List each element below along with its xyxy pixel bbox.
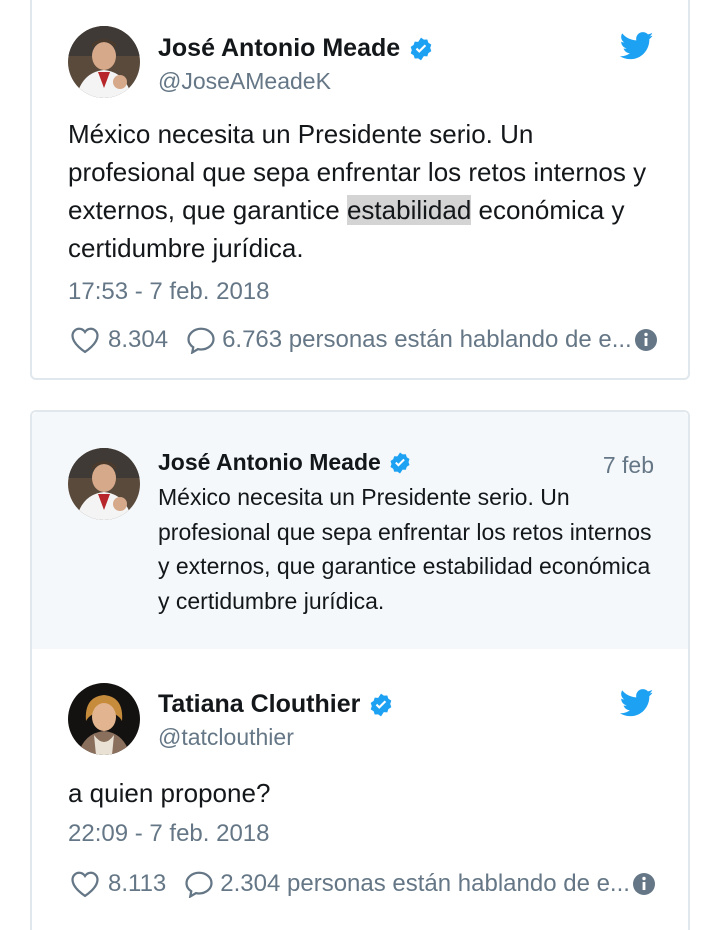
talking-count[interactable]: 2.304 personas están hablando de e... — [220, 870, 630, 898]
heart-icon[interactable] — [70, 870, 100, 898]
avatar-clouthier-image — [68, 683, 140, 755]
verified-badge-icon — [408, 36, 434, 62]
tweet-card-meade[interactable]: José Antonio Meade @JoseAMeadeK México n… — [30, 0, 690, 380]
info-icon[interactable] — [632, 872, 656, 896]
like-count[interactable]: 8.304 — [108, 326, 168, 354]
tweet-timestamp[interactable]: 17:53 - 7 feb. 2018 — [68, 278, 270, 306]
author-handle[interactable]: @JoseAMeadeK — [158, 68, 331, 95]
quoted-date[interactable]: 7 feb — [603, 452, 654, 479]
like-count[interactable]: 8.113 — [108, 870, 166, 898]
tweet-actions: 8.304 6.763 personas están hablando de e… — [70, 326, 658, 354]
talking-count[interactable]: 6.763 personas están hablando de e... — [222, 326, 632, 354]
quoted-tweet[interactable]: José Antonio Meade 7 feb México necesita… — [32, 412, 688, 649]
avatar-meade-image — [68, 26, 140, 98]
author-handle[interactable]: @tatclouthier — [158, 724, 294, 751]
quoted-author-name[interactable]: José Antonio Meade — [158, 449, 381, 476]
tweet-text: a quien propone? — [68, 778, 271, 808]
heart-icon[interactable] — [70, 326, 100, 354]
author-name[interactable]: José Antonio Meade — [158, 34, 400, 63]
quoted-tweet-text: México necesita un Presidente serio. Un … — [158, 484, 652, 614]
twitter-bird-icon[interactable] — [620, 32, 654, 60]
comment-bubble-icon[interactable] — [184, 870, 214, 898]
twitter-bird-icon[interactable] — [620, 689, 654, 717]
info-icon[interactable] — [634, 328, 658, 352]
tweet-card-clouthier[interactable]: José Antonio Meade 7 feb México necesita… — [30, 410, 690, 930]
tweet-text: México necesita un Presidente serio. Un … — [68, 115, 658, 267]
author-name[interactable]: Tatiana Clouthier — [158, 690, 360, 719]
avatar-meade[interactable] — [68, 26, 140, 98]
quoted-avatar-meade[interactable] — [68, 448, 140, 520]
quoted-avatar-image — [68, 448, 140, 520]
tweet-actions: 8.113 2.304 personas están hablando de e… — [70, 870, 656, 898]
highlighted-word: estabilidad — [346, 195, 472, 225]
comment-bubble-icon[interactable] — [186, 326, 216, 354]
verified-badge-icon — [388, 451, 412, 475]
verified-badge-icon — [368, 692, 394, 718]
tweet-timestamp[interactable]: 22:09 - 7 feb. 2018 — [68, 820, 270, 848]
avatar-clouthier[interactable] — [68, 683, 140, 755]
